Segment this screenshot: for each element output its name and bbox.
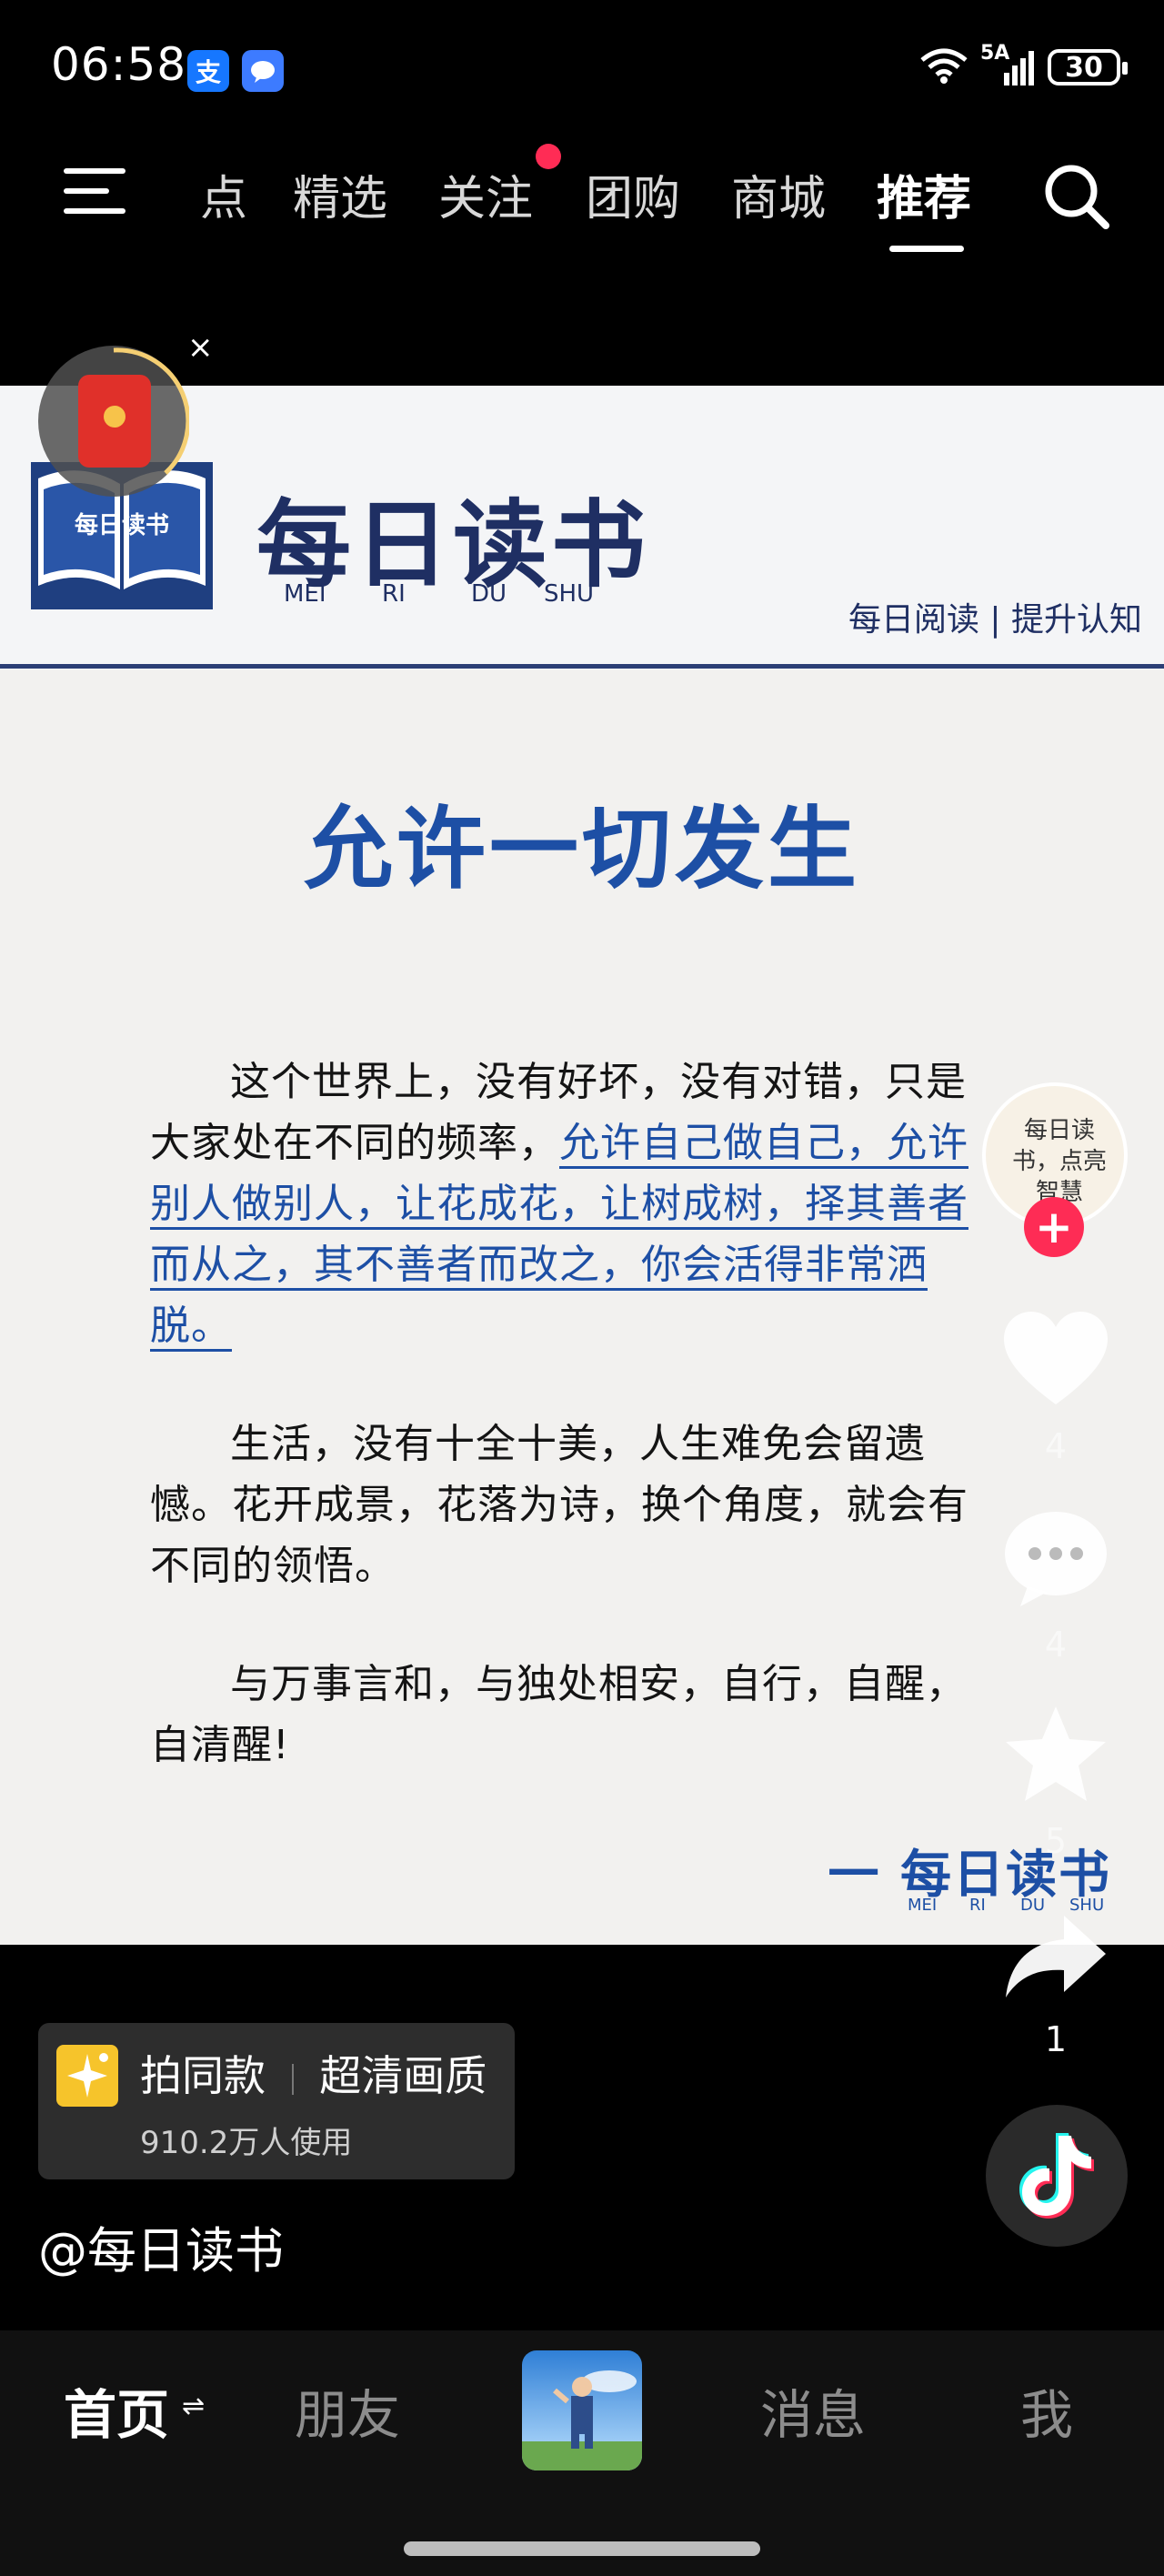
bottom-nav: 首页 ⇌ 朋友 消息 我 [0, 2330, 1164, 2576]
brand-pinyin-2: RI [382, 580, 406, 608]
switch-icon[interactable]: ⇌ [182, 2390, 205, 2422]
share-icon[interactable] [1000, 1908, 1111, 2008]
tab-recommend[interactable]: 推荐 [877, 160, 971, 228]
sparkle-icon [56, 2045, 118, 2107]
signature-pinyin-1: MEI [908, 1896, 938, 1915]
following-badge [536, 144, 561, 169]
like-icon[interactable] [1000, 1310, 1111, 1410]
menu-icon[interactable] [64, 168, 129, 219]
avatar-text: 每日读书，点亮智慧 [1011, 1117, 1107, 1206]
hd-quality-label: 超清画质 [319, 2051, 487, 2100]
red-packet-icon[interactable] [78, 375, 151, 468]
active-tab-indicator [889, 246, 964, 252]
book-logo-text: 每日读书 [75, 511, 169, 539]
template-title: 拍同款 超清画质 [140, 2043, 487, 2103]
brand-pinyin-3: DU [471, 580, 507, 608]
article-title: 允许一切发生 [303, 798, 860, 901]
comment-icon[interactable] [1000, 1508, 1111, 1608]
close-icon[interactable]: × [187, 329, 214, 366]
comment-count: 4 [1044, 1625, 1068, 1665]
nav-messages[interactable]: 消息 [760, 2372, 866, 2449]
battery-level: 30 [1065, 51, 1103, 84]
battery-icon: 30 [1048, 49, 1128, 86]
follow-button[interactable]: + [1024, 1197, 1084, 1257]
tab-mall[interactable]: 商城 [731, 160, 826, 228]
brand-pinyin-4: SHU [544, 580, 595, 608]
tab-featured[interactable]: 精选 [293, 160, 387, 228]
home-indicator[interactable] [404, 2541, 760, 2556]
paragraph-1: 这个世界上，没有好坏，没有对错，只是大家处在不同的频率，允许自己做自己，允许别人… [150, 1052, 1000, 1356]
signal-icon: 5A [980, 42, 1037, 87]
brand-tagline: 每日阅读 | 提升认知 [848, 601, 1142, 639]
brand-pinyin-1: MEI [284, 580, 326, 608]
nav-friends[interactable]: 朋友 [295, 2372, 400, 2449]
create-thumbnail[interactable] [522, 2350, 642, 2470]
nav-me[interactable]: 我 [1020, 2372, 1073, 2449]
share-count: 1 [1044, 2019, 1068, 2059]
tab-group-buy[interactable]: 团购 [586, 160, 680, 228]
status-time: 06:58 [51, 38, 187, 91]
author-name[interactable]: @每日读书 [38, 2210, 284, 2282]
like-count: 4 [1044, 1426, 1068, 1466]
paragraph-2: 生活，没有十全十美，人生难免会留遗憾。花开成景，花落为诗，换个角度，就会有不同的… [150, 1421, 968, 1589]
wifi-icon [918, 47, 969, 87]
alipay-icon: 支 [187, 50, 229, 92]
template-card[interactable]: 拍同款 超清画质 910.2万人使用 [38, 2023, 515, 2179]
header-divider [0, 664, 1164, 669]
paragraph-3: 与万事言和，与独处相安，自行，自醒，自清醒! [150, 1661, 967, 1768]
status-indicators: 5A 30 [918, 42, 1128, 87]
music-disc-icon[interactable] [986, 2105, 1128, 2247]
signature-pinyin-2: RI [969, 1896, 986, 1915]
template-usage: 910.2万人使用 [140, 2125, 353, 2161]
tab-following[interactable]: 关注 [438, 160, 533, 228]
shoot-same-label: 拍同款 [140, 2051, 266, 2100]
tab-hotspot[interactable]: 点 [200, 160, 247, 228]
favorite-icon[interactable] [1000, 1705, 1111, 1805]
favorite-count: 5 [1044, 1821, 1068, 1861]
search-icon[interactable] [1042, 162, 1111, 231]
top-tabs: 点 精选 关注 团购 商城 推荐 [182, 160, 1000, 233]
nav-home[interactable]: 首页 [64, 2372, 169, 2449]
message-app-icon [242, 50, 284, 92]
